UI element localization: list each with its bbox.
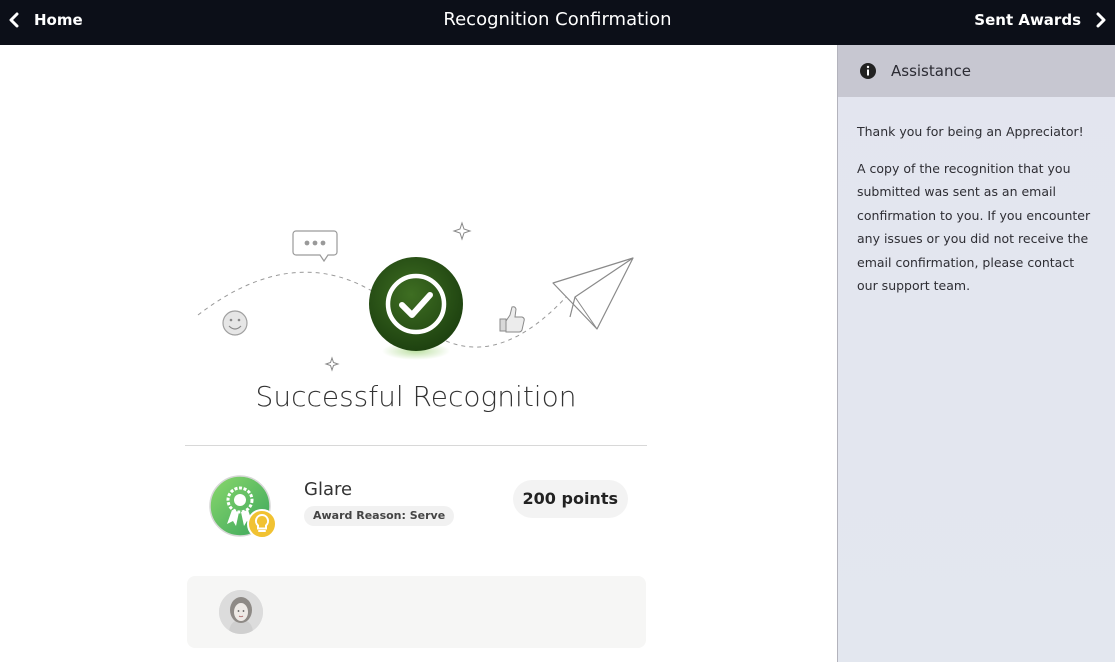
success-title: Successful Recognition <box>255 380 577 413</box>
assistance-info-text: A copy of the recognition that you submi… <box>857 160 1091 294</box>
lightbulb-icon <box>247 509 277 539</box>
chat-bubble-icon <box>292 230 338 263</box>
assistance-header: Assistance <box>838 45 1115 97</box>
recipient-card[interactable] <box>187 576 646 648</box>
award-ribbon-icon <box>209 475 277 539</box>
top-bar: Home Recognition Confirmation Sent Award… <box>0 0 1115 45</box>
paper-plane-icon <box>552 257 634 330</box>
smiley-icon <box>222 310 248 336</box>
award-summary: Glare Award Reason: Serve 200 points <box>185 460 647 560</box>
assistance-panel: Assistance Thank you for being an Apprec… <box>837 45 1115 662</box>
assistance-thanks-text: Thank you for being an Appreciator! <box>857 124 1084 139</box>
success-illustration <box>197 221 634 372</box>
assistance-title: Assistance <box>891 62 971 80</box>
chevron-right-icon <box>1096 12 1106 28</box>
points-badge: 200 points <box>512 480 628 518</box>
dashed-path-left <box>197 271 373 316</box>
home-label: Home <box>34 11 83 29</box>
divider <box>185 445 647 446</box>
page-title: Recognition Confirmation <box>443 9 672 30</box>
award-reason-badge: Award Reason: Serve <box>304 506 455 526</box>
avatar <box>219 590 263 634</box>
main-content: Successful Recognition Glare Award Reaso… <box>0 45 837 662</box>
sent-awards-label: Sent Awards <box>974 11 1081 29</box>
sparkle-icon <box>324 356 340 372</box>
sparkle-icon <box>452 221 472 241</box>
person-photo <box>219 590 263 634</box>
home-back-button[interactable]: Home <box>8 0 83 40</box>
info-circle-icon <box>860 63 876 79</box>
thumbs-up-icon <box>499 306 525 333</box>
check-circle-icon <box>369 257 463 351</box>
sent-awards-button[interactable]: Sent Awards <box>974 0 1107 40</box>
chevron-left-icon <box>9 12 19 28</box>
assistance-body: Thank you for being an Appreciator! A co… <box>838 97 1115 298</box>
award-name: Glare <box>304 479 353 500</box>
